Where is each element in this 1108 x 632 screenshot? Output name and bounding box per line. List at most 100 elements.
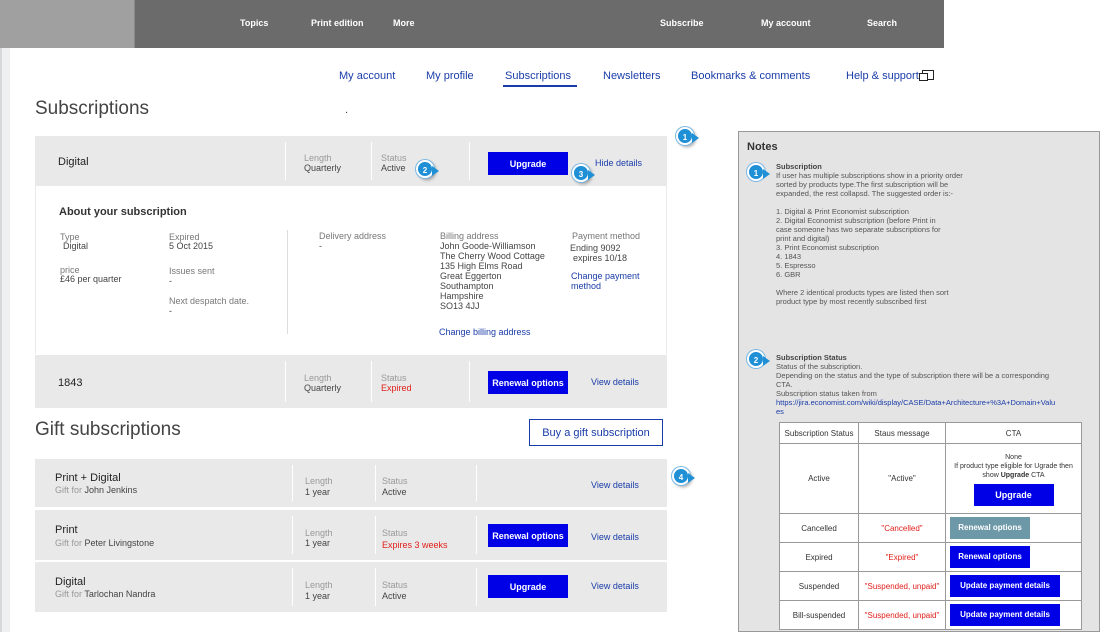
status-value: Active [382, 591, 407, 601]
payment-ending: Ending 9092 [570, 243, 621, 253]
change-payment-method-link-2[interactable]: method [571, 281, 601, 291]
external-window-icon [918, 70, 934, 81]
table-header: Subscription Status [779, 422, 859, 444]
gift-row [35, 510, 667, 560]
logo[interactable] [0, 0, 135, 48]
note-1-text: Subscription If user has multiple subscr… [776, 162, 963, 306]
delivery-address-value: - [319, 241, 322, 251]
gift-row [35, 459, 667, 507]
renewal-options-button[interactable]: Renewal options [488, 371, 568, 394]
note-update-payment-button: Update payment details [950, 575, 1060, 597]
subscription-row-1843 [35, 355, 667, 408]
length-label: Length [305, 476, 333, 486]
length-label-1843: Length [304, 373, 332, 383]
status-label: Status [382, 528, 408, 538]
upgrade-button[interactable]: Upgrade [488, 575, 568, 598]
nav-more[interactable]: More [393, 18, 415, 28]
buy-gift-subscription-button[interactable]: Buy a gift subscription [529, 419, 663, 446]
nav-subscribe[interactable]: Subscribe [660, 18, 704, 28]
status-value: Expires 3 weeks [382, 540, 448, 550]
nav-print-edition[interactable]: Print edition [311, 18, 364, 28]
subscription-name-1843: 1843 [58, 377, 83, 389]
note-update-payment-button: Update payment details [950, 604, 1060, 626]
payment-method-label: Payment method [572, 231, 641, 241]
table-row: Bill-suspended "Suspended, unpaid" Updat… [779, 600, 1082, 630]
table-row: Cancelled "Cancelled" Renewal options [779, 513, 1082, 543]
status-value: Active [382, 487, 407, 497]
note-marker-2: 2 [747, 350, 770, 368]
annotation-marker-3: 3 [572, 164, 595, 182]
details-heading: About your subscription [59, 206, 187, 218]
expired-value: 5 Oct 2015 [169, 241, 214, 251]
status-label: Status [382, 476, 408, 486]
note-renewal-button-grey: Renewal options [950, 517, 1030, 539]
top-navigation-bar: Topics Print edition More Subscribe My a… [0, 0, 944, 48]
nav-topics[interactable]: Topics [240, 18, 268, 28]
length-value: Quarterly [304, 163, 342, 173]
table-header: Staus message [858, 422, 946, 444]
nav-my-account[interactable]: My account [761, 18, 811, 28]
subnav-my-account[interactable]: My account [339, 70, 395, 82]
subnav-newsletters[interactable]: Newsletters [603, 70, 660, 82]
subscription-name: Digital [58, 156, 89, 168]
view-details-link[interactable]: View details [591, 480, 639, 490]
subnav-bookmarks-comments[interactable]: Bookmarks & comments [691, 70, 810, 82]
table-header: CTA [945, 422, 1082, 444]
length-value: 1 year [305, 538, 331, 548]
note-upgrade-button: Upgrade [973, 484, 1054, 506]
length-label: Length [305, 528, 333, 538]
hide-details-link[interactable]: Hide details [595, 158, 642, 168]
gift-for: Gift for John Jenkins [55, 485, 138, 495]
renewal-options-button[interactable]: Renewal options [488, 524, 568, 547]
status-label: Status [381, 153, 407, 163]
subnav-subscriptions[interactable]: Subscriptions [503, 70, 578, 87]
stray-dot: . [345, 104, 349, 116]
jira-link-cont[interactable]: es [776, 407, 1055, 416]
annotation-marker-2: 2 [416, 160, 439, 178]
length-value: 1 year [305, 487, 331, 497]
price-value: £46 per quarter [60, 274, 122, 284]
gift-for: Gift for Tarlochan Nandra [55, 589, 156, 599]
gift-subscriptions-title: Gift subscriptions [35, 419, 181, 440]
notes-title: Notes [747, 141, 778, 153]
billing-address-value: John Goode-Williamson The Cherry Wood Co… [440, 241, 545, 311]
gift-row [35, 562, 667, 612]
delivery-address-label: Delivery address [319, 231, 387, 241]
view-details-link[interactable]: View details [591, 532, 639, 542]
status-label: Status [382, 580, 408, 590]
status-label-1843: Status [381, 373, 407, 383]
gift-name: Print [55, 524, 78, 536]
note-2-text: Subscription Status Status of the subscr… [776, 353, 1056, 416]
gift-name: Digital [55, 576, 86, 588]
despatch-label: Next despatch date. [169, 296, 250, 306]
gift-name: Print + Digital [55, 472, 121, 484]
status-value: Active [381, 163, 406, 173]
view-details-link-1843[interactable]: View details [591, 377, 639, 387]
annotation-marker-4: 4 [672, 467, 695, 485]
subnav-help-support[interactable]: Help & support [846, 70, 934, 82]
table-row: Expired "Expired" Renewal options [779, 542, 1082, 572]
jira-link[interactable]: https://jira.economist.com/wiki/display/… [776, 398, 1055, 407]
note-marker-1: 1 [747, 163, 770, 181]
payment-expires: expires 10/18 [573, 253, 628, 263]
help-support-label: Help & support [846, 70, 919, 82]
change-billing-address-link[interactable]: Change billing address [439, 327, 531, 337]
upgrade-button[interactable]: Upgrade [488, 152, 568, 175]
length-label: Length [305, 580, 333, 590]
length-value-1843: Quarterly [304, 383, 342, 393]
table-row: Active "Active" None If product type eli… [779, 443, 1082, 514]
status-cta-table: Subscription Status Staus message CTA Ac… [779, 422, 1082, 630]
length-label: Length [304, 153, 332, 163]
despatch-value: - [169, 306, 172, 316]
length-value: 1 year [305, 591, 331, 601]
change-payment-method-link[interactable]: Change payment [571, 271, 640, 281]
view-details-link[interactable]: View details [591, 581, 639, 591]
nav-search[interactable]: Search [867, 18, 897, 28]
table-row: Suspended "Suspended, unpaid" Update pay… [779, 571, 1082, 601]
subnav-my-profile[interactable]: My profile [426, 70, 474, 82]
page-title: Subscriptions [35, 98, 150, 119]
issues-sent-label: Issues sent [169, 266, 215, 276]
type-value: Digital [63, 241, 89, 251]
subscription-row-digital [35, 136, 667, 186]
note-renewal-button: Renewal options [950, 546, 1030, 568]
